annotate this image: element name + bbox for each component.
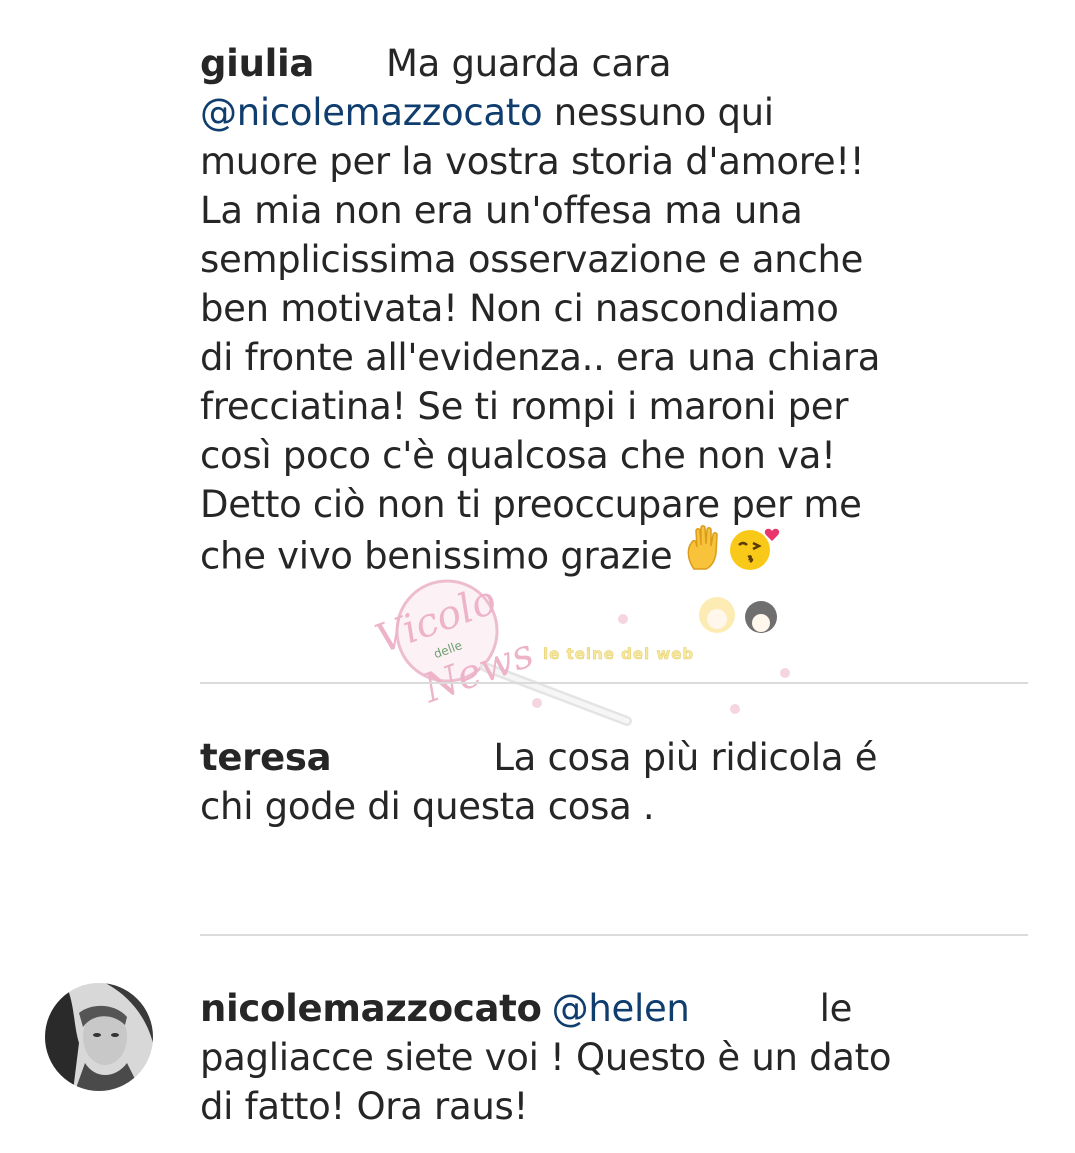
- comment-line: nicolemazzocato @helen le: [200, 987, 853, 1030]
- comment-line: La mia non era un'offesa ma una: [200, 189, 803, 232]
- comment-line: che vivo benissimo grazie: [200, 525, 920, 587]
- comment-nicolemazzocato: nicolemazzocato @helen le pagliacce siete …: [200, 984, 920, 1131]
- comment-line: @nicolemazzocato nessuno qui: [200, 91, 774, 134]
- kissing-face-emoji: [728, 525, 782, 583]
- watermark-logo: Vicolo delle News le teine del web: [365, 575, 805, 735]
- comment-line: pagliacce siete voi ! Questo è un dato: [200, 1036, 892, 1079]
- watermark-tagline: le teine del web: [543, 645, 694, 663]
- avatar[interactable]: [45, 983, 153, 1091]
- comment-line: di fatto! Ora raus!: [200, 1085, 528, 1128]
- comment-line: così poco c'è qualcosa che non va!: [200, 434, 836, 477]
- mention-link[interactable]: @helen: [552, 987, 690, 1030]
- comment-line: muore per la vostra storia d'amore!!: [200, 140, 865, 183]
- comment-line: semplicissima osservazione e anche: [200, 238, 864, 281]
- comment-giulia: giulia Ma guarda cara @nicolemazzocato ne…: [200, 39, 920, 587]
- comment-line: chi gode di questa cosa .: [200, 785, 655, 828]
- raised-hand-emoji: [684, 525, 728, 583]
- mention-link[interactable]: @nicolemazzocato: [200, 91, 543, 134]
- comment-teresa: teresa La cosa più ridicola é chi gode di…: [200, 733, 920, 831]
- comment-line: giulia Ma guarda cara: [200, 42, 672, 85]
- comment-line: di fronte all'evidenza.. era una chiara: [200, 336, 881, 379]
- username-nicolemazzocato[interactable]: nicolemazzocato: [200, 987, 542, 1030]
- comment-line: frecciatina! Se ti rompi i maroni per: [200, 385, 849, 428]
- watermark-small: delle: [432, 638, 464, 661]
- watermark-brand: Vicolo: [370, 577, 503, 663]
- comment-line: teresa La cosa più ridicola é: [200, 736, 878, 779]
- comment-line: Detto ciò non ti preoccupare per me: [200, 483, 862, 526]
- watermark-brand-2: News: [416, 630, 539, 712]
- divider: [200, 934, 1028, 936]
- divider: [200, 682, 1028, 684]
- username-giulia[interactable]: giulia: [200, 42, 314, 85]
- username-teresa[interactable]: teresa: [200, 736, 332, 779]
- comment-line: ben motivata! Non ci nascondiamo: [200, 287, 839, 330]
